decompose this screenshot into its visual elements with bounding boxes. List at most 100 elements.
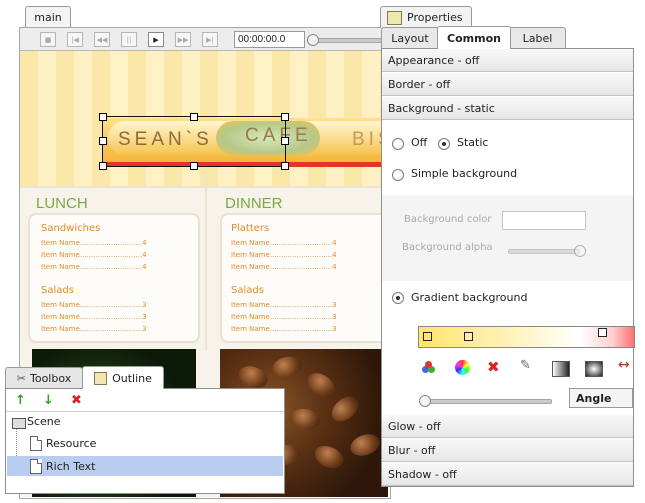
tab-common-label: Common [447, 31, 501, 45]
pause-button[interactable]: || [121, 32, 137, 47]
tree-node-scene[interactable]: Scene [27, 415, 61, 428]
section-shadow[interactable]: Shadow - off [382, 463, 633, 486]
outline-panel: ↑ ↓ ✖ Scene Resource Rich Text [5, 388, 285, 494]
properties-title: Properties [407, 11, 463, 24]
arrows-icon[interactable]: ↔ [618, 357, 630, 373]
properties-title-tab[interactable]: Properties [380, 6, 472, 28]
folder-icon [12, 418, 26, 429]
radio-static[interactable] [438, 138, 450, 150]
radio-static-label: Static [457, 136, 489, 149]
move-up-icon[interactable]: ↑ [15, 393, 26, 408]
properties-icon [387, 10, 402, 25]
delete-node-icon[interactable]: ✖ [71, 393, 82, 408]
section-border[interactable]: Border - off [382, 73, 633, 96]
angle-field[interactable]: Angle [569, 388, 633, 408]
rewind-icon: ◀◀ [96, 35, 108, 44]
menu-item: Item Name............................3 [231, 301, 337, 309]
resize-handle[interactable] [99, 113, 107, 121]
gradient-stop[interactable] [598, 328, 607, 337]
radio-simple-background-label: Simple background [411, 167, 518, 180]
timeline-slider-knob[interactable] [307, 34, 319, 46]
section-glow[interactable]: Glow - off [382, 415, 633, 438]
selection-box[interactable] [102, 116, 286, 167]
tab-main[interactable]: main [25, 6, 71, 28]
radio-simple-background[interactable] [392, 169, 404, 181]
tree-node-resource[interactable]: Resource [46, 437, 96, 450]
fast-forward-button[interactable]: ▶▶ [175, 32, 191, 47]
tab-layout-label: Layout [391, 31, 429, 45]
file-icon [30, 436, 42, 451]
dinner-group-salads: Salads [231, 285, 264, 296]
resize-handle[interactable] [281, 137, 289, 145]
tab-toolbox[interactable]: ✂ Toolbox [5, 367, 83, 389]
background-color-swatch[interactable] [502, 211, 586, 230]
menu-item: Item Name............................4 [41, 239, 147, 247]
resize-handle[interactable] [99, 137, 107, 145]
resize-handle[interactable] [190, 162, 198, 170]
section-appearance[interactable]: Appearance - off [382, 49, 633, 72]
skip-back-icon: |◀ [71, 35, 79, 44]
linear-gradient-icon[interactable] [552, 361, 570, 377]
radio-off-label: Off [411, 136, 428, 149]
lunch-group-sandwiches: Sandwiches [41, 223, 101, 234]
dinner-group-platters: Platters [231, 223, 270, 234]
menu-item: Item Name............................4 [231, 239, 337, 247]
tab-layout[interactable]: Layout [381, 27, 439, 48]
section-blur[interactable]: Blur - off [382, 439, 633, 462]
angle-slider-track[interactable] [422, 399, 552, 404]
resize-handle[interactable] [190, 113, 198, 121]
delete-stop-icon[interactable]: ✖ [487, 358, 500, 376]
gradient-stop[interactable] [464, 332, 473, 341]
menu-item: Item Name............................4 [41, 251, 147, 259]
play-button[interactable]: ▶ [148, 32, 164, 47]
timeline-slider-track[interactable] [310, 38, 382, 43]
skip-forward-icon: ▶| [206, 35, 214, 44]
radio-gradient-background[interactable] [392, 292, 404, 304]
tab-outline[interactable]: Outline [82, 366, 164, 389]
skip-forward-button[interactable]: ▶| [202, 32, 218, 47]
stop-button[interactable]: ■ [40, 32, 56, 47]
resize-handle[interactable] [281, 162, 289, 170]
menu-item: Item Name............................4 [41, 263, 147, 271]
tab-label[interactable]: Label [509, 27, 566, 48]
tab-toolbox-label: Toolbox [29, 372, 72, 385]
fast-forward-icon: ▶▶ [177, 35, 189, 44]
background-alpha-knob[interactable] [574, 245, 586, 257]
column-divider [205, 171, 207, 351]
radio-off[interactable] [392, 138, 404, 150]
angle-slider-knob[interactable] [419, 395, 431, 407]
skip-back-button[interactable]: |◀ [67, 32, 83, 47]
background-alpha-label: Background alpha [402, 242, 493, 253]
tab-common[interactable]: Common [437, 26, 511, 49]
toolbox-icon: ✂ [16, 372, 26, 385]
tree-node-rich-text[interactable]: Rich Text [46, 460, 95, 473]
stop-icon: ■ [44, 35, 52, 44]
simple-background-group [382, 195, 633, 281]
rewind-button[interactable]: ◀◀ [94, 32, 110, 47]
play-icon: ▶ [153, 35, 159, 44]
time-display[interactable]: 00:00:00.0 [234, 31, 305, 48]
move-down-icon[interactable]: ↓ [43, 393, 54, 408]
tab-outline-label: Outline [112, 371, 152, 385]
toolbar-divider [6, 411, 284, 412]
menu-item: Item Name............................3 [41, 313, 147, 321]
tab-label-label: Label [522, 31, 553, 45]
file-icon [30, 459, 42, 474]
menu-item: Item Name............................3 [231, 313, 337, 321]
section-background[interactable]: Background - static [382, 97, 633, 120]
menu-item: Item Name............................3 [41, 325, 147, 333]
properties-panel: Appearance - off Border - off Background… [381, 48, 635, 487]
menu-item: Item Name............................4 [231, 263, 337, 271]
gradient-stop[interactable] [423, 332, 432, 341]
color-wheel-icon[interactable] [455, 360, 470, 375]
eyedropper-icon[interactable]: ✎ [520, 358, 531, 373]
resize-handle[interactable] [99, 162, 107, 170]
color-mix-icon[interactable] [422, 361, 436, 375]
menu-item: Item Name............................3 [41, 301, 147, 309]
resize-handle[interactable] [281, 113, 289, 121]
tab-main-label: main [34, 11, 62, 24]
background-alpha-track[interactable] [508, 249, 580, 254]
dinner-title: DINNER [225, 195, 283, 212]
radial-gradient-icon[interactable] [585, 361, 603, 377]
playback-toolbar: ■ |◀ ◀◀ || ▶ ▶▶ ▶| 00:00:00.0 [20, 28, 388, 51]
